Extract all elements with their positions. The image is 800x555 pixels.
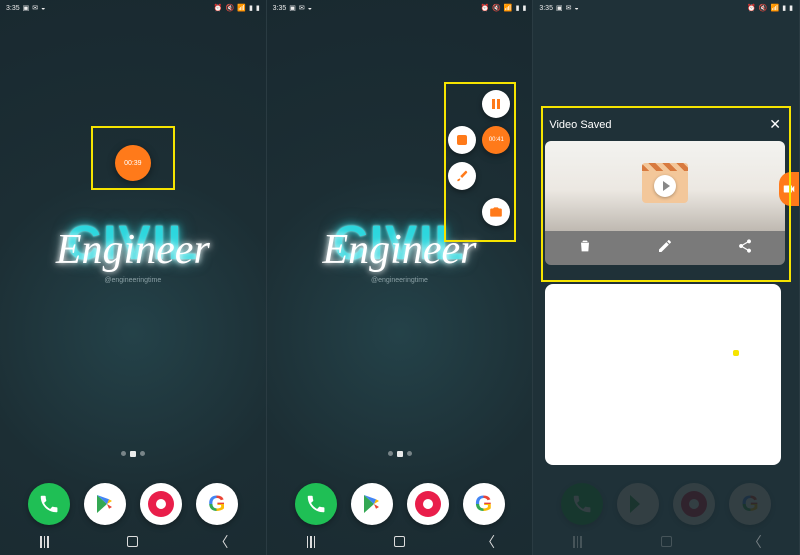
phone-screen-recorder-controls: 3:35 ▣ ✉ ◒ ⏰ 🔇 📶 ▮ ▮ CIVIL Engineer @eng… bbox=[267, 0, 534, 555]
pause-button[interactable] bbox=[482, 90, 510, 118]
recording-timer-text: 00:39 bbox=[124, 160, 142, 167]
messenger-icon: ◒ bbox=[41, 5, 45, 12]
video-saved-popup: Video Saved ✕ bbox=[545, 110, 785, 265]
recording-timer-text: 00:41 bbox=[489, 137, 504, 143]
screen-recorder-icon[interactable] bbox=[673, 483, 715, 525]
google-app-icon[interactable]: G bbox=[729, 483, 771, 525]
wallpaper-script-word: Engineer bbox=[56, 226, 210, 274]
recent-app-card[interactable] bbox=[545, 284, 781, 465]
video-thumbnail[interactable] bbox=[545, 141, 785, 231]
dock: G bbox=[267, 483, 533, 525]
play-icon bbox=[654, 175, 676, 197]
status-bar: 3:35 ▣ ✉ ◒ ⏰ 🔇 📶 ▮ ▮ bbox=[0, 0, 266, 16]
wallpaper-credit: @engineeringtime bbox=[333, 277, 466, 284]
delete-icon[interactable] bbox=[577, 238, 593, 259]
annotation-dot bbox=[733, 350, 739, 356]
video-saved-title: Video Saved bbox=[549, 119, 611, 131]
page-dot-home[interactable] bbox=[130, 451, 136, 457]
signal-icon: ▮ bbox=[249, 4, 253, 12]
wallpaper-text: CIVIL Engineer @engineeringtime bbox=[66, 216, 199, 284]
screen-recorder-icon[interactable] bbox=[140, 483, 182, 525]
home-button[interactable] bbox=[646, 534, 686, 550]
status-time: 3:35 bbox=[539, 5, 553, 12]
notification-icon: ✉ bbox=[299, 4, 305, 12]
wallpaper-text: CIVIL Engineer @engineeringtime bbox=[333, 216, 466, 284]
video-saved-actions bbox=[545, 231, 785, 265]
play-store-icon[interactable] bbox=[617, 483, 659, 525]
screenshot-icon: ▣ bbox=[289, 4, 296, 12]
alarm-icon: ⏰ bbox=[747, 4, 756, 12]
wallpaper-script-word: Engineer bbox=[323, 226, 477, 274]
back-button[interactable]: 〈 bbox=[468, 532, 508, 552]
phone-app-icon[interactable] bbox=[28, 483, 70, 525]
page-indicator bbox=[388, 451, 412, 457]
wifi-icon: 📶 bbox=[237, 4, 246, 12]
mute-icon: 🔇 bbox=[759, 4, 768, 12]
screen-recorder-icon[interactable] bbox=[407, 483, 449, 525]
google-g-letter: G bbox=[475, 491, 492, 517]
signal-icon: ▮ bbox=[516, 4, 520, 12]
google-g-letter: G bbox=[208, 491, 225, 517]
page-dot[interactable] bbox=[407, 451, 412, 456]
screenshot-icon: ▣ bbox=[556, 4, 563, 12]
phone-app-icon[interactable] bbox=[561, 483, 603, 525]
notification-icon: ✉ bbox=[566, 4, 572, 12]
recorder-toolbar: 00:41 bbox=[448, 90, 510, 226]
status-time: 3:35 bbox=[273, 5, 287, 12]
status-time: 3:35 bbox=[6, 5, 20, 12]
camera-button[interactable] bbox=[482, 198, 510, 226]
battery-icon: ▮ bbox=[256, 4, 260, 12]
alarm-icon: ⏰ bbox=[480, 4, 489, 12]
recents-button[interactable] bbox=[24, 536, 64, 548]
play-store-icon[interactable] bbox=[351, 483, 393, 525]
page-dot[interactable] bbox=[140, 451, 145, 456]
dock: G bbox=[0, 483, 266, 525]
close-icon[interactable]: ✕ bbox=[769, 116, 781, 133]
recents-button[interactable] bbox=[291, 536, 331, 548]
messenger-icon: ◒ bbox=[574, 5, 578, 12]
wifi-icon: 📶 bbox=[771, 4, 780, 12]
notification-icon: ✉ bbox=[32, 4, 38, 12]
battery-icon: ▮ bbox=[522, 4, 526, 12]
battery-icon: ▮ bbox=[789, 4, 793, 12]
share-icon[interactable] bbox=[737, 238, 753, 259]
wifi-icon: 📶 bbox=[504, 4, 513, 12]
page-dot-home[interactable] bbox=[397, 451, 403, 457]
phone-screen-video-saved: 3:35 ▣ ✉ ◒ ⏰ 🔇 📶 ▮ ▮ Video Saved ✕ bbox=[533, 0, 800, 555]
back-button[interactable]: 〈 bbox=[201, 532, 241, 552]
alarm-icon: ⏰ bbox=[214, 4, 223, 12]
screenshot-icon: ▣ bbox=[23, 4, 30, 12]
page-dot[interactable] bbox=[121, 451, 126, 456]
google-app-icon[interactable]: G bbox=[463, 483, 505, 525]
navigation-bar: 〈 bbox=[533, 529, 799, 555]
messenger-icon: ◒ bbox=[308, 5, 312, 12]
signal-icon: ▮ bbox=[782, 4, 786, 12]
status-bar: 3:35 ▣ ✉ ◒ ⏰ 🔇 📶 ▮ ▮ bbox=[267, 0, 533, 16]
brush-button[interactable] bbox=[448, 162, 476, 190]
home-button[interactable] bbox=[379, 534, 419, 550]
phone-screen-recording: 3:35 ▣ ✉ ◒ ⏰ 🔇 📶 ▮ ▮ CIVIL Engineer @eng… bbox=[0, 0, 267, 555]
page-indicator bbox=[121, 451, 145, 457]
recorder-floating-tab[interactable] bbox=[779, 172, 799, 206]
status-bar: 3:35 ▣ ✉ ◒ ⏰ 🔇 📶 ▮ ▮ bbox=[533, 0, 799, 16]
phone-app-icon[interactable] bbox=[295, 483, 337, 525]
recents-button[interactable] bbox=[558, 536, 598, 548]
clapperboard-icon bbox=[642, 169, 688, 203]
play-store-icon[interactable] bbox=[84, 483, 126, 525]
recording-timer-bubble[interactable]: 00:39 bbox=[115, 145, 151, 181]
page-dot[interactable] bbox=[388, 451, 393, 456]
google-app-icon[interactable]: G bbox=[196, 483, 238, 525]
back-button[interactable]: 〈 bbox=[735, 532, 775, 552]
mute-icon: 🔇 bbox=[492, 4, 501, 12]
navigation-bar: 〈 bbox=[267, 529, 533, 555]
google-g-letter: G bbox=[742, 491, 759, 517]
navigation-bar: 〈 bbox=[0, 529, 266, 555]
edit-icon[interactable] bbox=[657, 238, 673, 259]
recording-timer-bubble[interactable]: 00:41 bbox=[482, 126, 510, 154]
home-button[interactable] bbox=[113, 534, 153, 550]
dock: G bbox=[533, 483, 799, 525]
mute-icon: 🔇 bbox=[226, 4, 235, 12]
stop-button[interactable] bbox=[448, 126, 476, 154]
wallpaper-credit: @engineeringtime bbox=[66, 277, 199, 284]
